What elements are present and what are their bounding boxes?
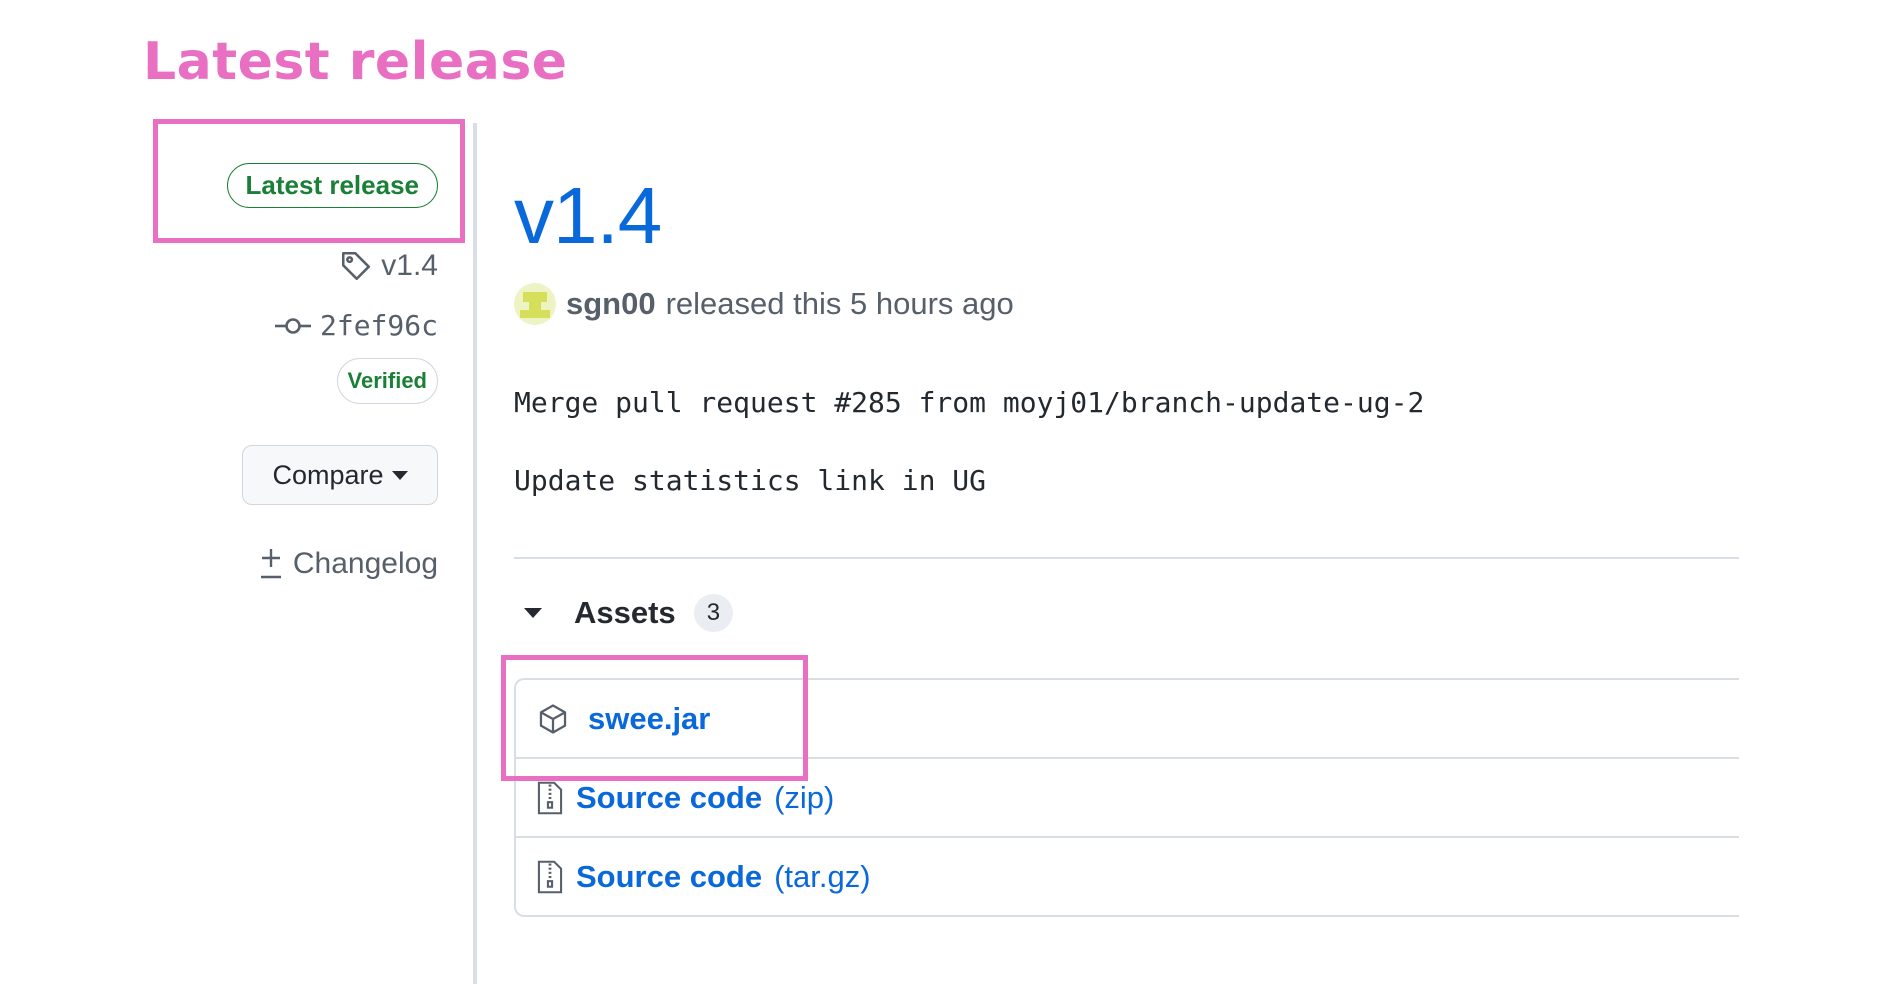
annotation-caption: Latest release [143, 32, 568, 92]
changelog-link[interactable]: Changelog [257, 547, 438, 581]
compare-label: Compare [272, 459, 384, 490]
released-time-text: released this 5 hours ago [665, 286, 1014, 321]
section-divider [514, 557, 1739, 559]
asset-link[interactable]: Source code [576, 859, 762, 895]
assets-count-badge: 3 [693, 594, 734, 632]
tag-label: v1.4 [381, 249, 438, 282]
assets-title: Assets [574, 595, 676, 630]
asset-format[interactable]: (tar.gz) [774, 859, 870, 895]
file-zip-icon [537, 860, 563, 893]
file-zip-icon [537, 781, 563, 814]
commit-link[interactable]: 2fef96c [274, 309, 438, 342]
latest-release-badge: Latest release [226, 163, 438, 208]
avatar[interactable] [514, 283, 556, 325]
commit-sha: 2fef96c [319, 309, 438, 342]
asset-format[interactable]: (zip) [774, 780, 834, 816]
author-name[interactable]: sgn00 [566, 286, 656, 322]
git-commit-icon [274, 317, 311, 334]
verified-badge[interactable]: Verified [336, 358, 438, 404]
release-notes-line-1: Merge pull request #285 from moyj01/bran… [514, 386, 1425, 419]
tag-icon [342, 251, 371, 281]
changelog-label: Changelog [292, 547, 438, 580]
release-author-row: sgn00 released this 5 hours ago [514, 283, 1014, 325]
tag-link[interactable]: v1.4 [339, 249, 438, 283]
diff-icon [260, 549, 281, 579]
triangle-down-icon [524, 608, 542, 618]
assets-toggle[interactable]: Assets 3 [524, 594, 734, 632]
sidebar-divider [473, 123, 477, 984]
release-title[interactable]: v1.4 [514, 170, 662, 262]
release-notes-line-2: Update statistics link in UG [514, 464, 987, 497]
chevron-down-icon [391, 470, 408, 480]
annotation-highlight-asset [501, 655, 808, 781]
asset-link[interactable]: Source code [576, 780, 762, 816]
list-item[interactable]: Source code (tar.gz) [516, 836, 1739, 915]
compare-button[interactable]: Compare [242, 445, 438, 505]
